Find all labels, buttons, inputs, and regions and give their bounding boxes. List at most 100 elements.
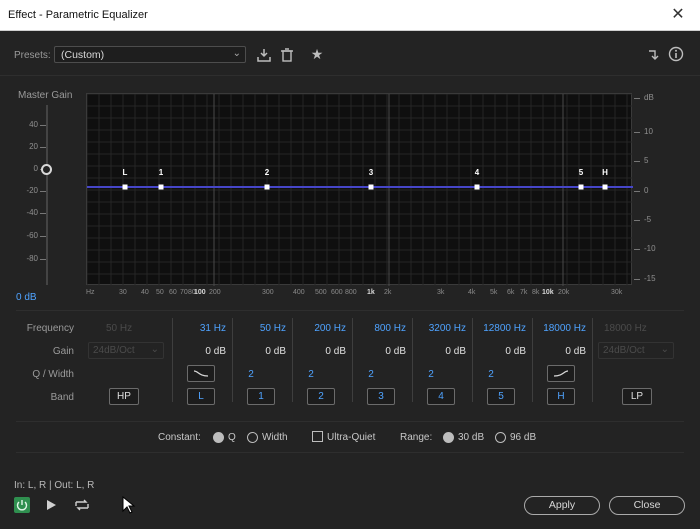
play-icon[interactable] bbox=[45, 499, 57, 511]
high-shelf-toggle-icon[interactable] bbox=[547, 365, 575, 382]
band-handle-2[interactable] bbox=[264, 184, 270, 190]
routing-icon[interactable] bbox=[646, 47, 662, 63]
db-tick: -15 bbox=[644, 274, 656, 283]
master-gain-value: 0 dB bbox=[16, 292, 37, 303]
eq-graph-canvas[interactable]: L 1 2 3 4 5 H bbox=[86, 93, 633, 286]
close-button[interactable]: Close bbox=[609, 496, 685, 515]
band-frequency[interactable]: 18000 Hz bbox=[534, 323, 586, 334]
apply-button[interactable]: Apply bbox=[524, 496, 600, 515]
range-label: Range: bbox=[400, 432, 433, 443]
constant-width-label: Width bbox=[262, 432, 288, 443]
power-toggle-icon[interactable] bbox=[14, 497, 30, 513]
chevron-down-icon: ⌄ bbox=[660, 344, 669, 355]
band-gain[interactable]: 0 dB bbox=[474, 346, 526, 357]
loop-icon[interactable] bbox=[74, 498, 90, 512]
band-frequency[interactable]: 12800 Hz bbox=[474, 323, 526, 334]
db-tick: 0 bbox=[644, 186, 649, 195]
low-shelf-toggle-icon[interactable] bbox=[187, 365, 215, 382]
favorite-star-icon[interactable]: ★ bbox=[309, 46, 325, 62]
lp-slope-value: 24dB/Oct bbox=[603, 345, 645, 356]
hz-tick: 70 bbox=[180, 289, 188, 296]
band-frequency[interactable]: 200 Hz bbox=[294, 323, 346, 334]
master-gain-tick: -20 bbox=[26, 186, 38, 195]
band-button-5[interactable]: 5 bbox=[487, 388, 515, 405]
divider bbox=[16, 310, 684, 311]
band-frequency[interactable]: 50 Hz bbox=[234, 323, 286, 334]
save-preset-icon[interactable] bbox=[256, 47, 272, 63]
band-frequency[interactable]: 800 Hz bbox=[354, 323, 406, 334]
io-channels: In: L, R | Out: L, R bbox=[14, 480, 95, 491]
close-icon[interactable]: ✕ bbox=[666, 4, 690, 26]
band-handle-1[interactable] bbox=[158, 184, 164, 190]
band-button-H[interactable]: H bbox=[547, 388, 575, 405]
master-gain-tick: -40 bbox=[26, 208, 38, 217]
tick-mark bbox=[40, 259, 46, 260]
band-gain[interactable]: 0 dB bbox=[534, 346, 586, 357]
band-button-hp[interactable]: HP bbox=[109, 388, 139, 405]
delete-preset-icon[interactable] bbox=[279, 47, 295, 63]
hz-tick: 3k bbox=[437, 289, 445, 296]
band-q[interactable]: 2 bbox=[414, 369, 448, 380]
band-gain[interactable]: 0 dB bbox=[294, 346, 346, 357]
hz-tick: 6k bbox=[507, 289, 515, 296]
band-q[interactable]: 2 bbox=[234, 369, 268, 380]
band-q[interactable]: 2 bbox=[354, 369, 388, 380]
band-handle-5[interactable] bbox=[578, 184, 584, 190]
tick-mark bbox=[634, 249, 640, 250]
band-separator bbox=[532, 318, 533, 402]
band-handle-label: L bbox=[123, 168, 128, 177]
band-button-lp[interactable]: LP bbox=[622, 388, 652, 405]
band-handle-H[interactable] bbox=[602, 184, 608, 190]
ultra-quiet-checkbox[interactable] bbox=[312, 431, 323, 442]
band-gain[interactable]: 0 dB bbox=[414, 346, 466, 357]
hp-frequency[interactable]: 50 Hz bbox=[106, 323, 132, 334]
band-handle-4[interactable] bbox=[474, 184, 480, 190]
constant-width-radio[interactable] bbox=[247, 432, 258, 443]
band-separator bbox=[592, 318, 593, 402]
band-gain[interactable]: 0 dB bbox=[174, 346, 226, 357]
master-gain-knob[interactable] bbox=[41, 164, 52, 175]
band-button-3[interactable]: 3 bbox=[367, 388, 395, 405]
tick-mark bbox=[40, 191, 46, 192]
master-gain-tick: 0 bbox=[33, 164, 38, 173]
band-handle-3[interactable] bbox=[368, 184, 374, 190]
band-gain[interactable]: 0 dB bbox=[234, 346, 286, 357]
constant-q-label: Q bbox=[228, 432, 236, 443]
range-96-label: 96 dB bbox=[510, 432, 537, 443]
band-frequency[interactable]: 31 Hz bbox=[174, 323, 226, 334]
hz-tick: 40 bbox=[141, 289, 149, 296]
hz-tick: 10k bbox=[542, 289, 554, 296]
band-handle-label: 3 bbox=[369, 168, 374, 177]
hp-slope-value: 24dB/Oct bbox=[93, 345, 135, 356]
range-30-radio[interactable] bbox=[443, 432, 454, 443]
band-q[interactable]: 2 bbox=[474, 369, 508, 380]
tick-mark bbox=[634, 98, 640, 99]
band-button-2[interactable]: 2 bbox=[307, 388, 335, 405]
band-gain[interactable]: 0 dB bbox=[354, 346, 406, 357]
band-button-L[interactable]: L bbox=[187, 388, 215, 405]
presets-dropdown[interactable]: (Custom) ⌄ bbox=[54, 46, 246, 63]
title-bar: Effect - Parametric Equalizer ✕ bbox=[0, 0, 700, 31]
lp-slope-dropdown[interactable]: 24dB/Oct ⌄ bbox=[598, 342, 674, 359]
tick-mark bbox=[40, 236, 46, 237]
db-tick: dB bbox=[644, 93, 654, 102]
band-handle-L[interactable] bbox=[122, 184, 128, 190]
hz-tick: 30k bbox=[611, 289, 623, 296]
band-q[interactable]: 2 bbox=[294, 369, 328, 380]
range-96-radio[interactable] bbox=[495, 432, 506, 443]
constant-q-radio[interactable] bbox=[213, 432, 224, 443]
db-axis: dB 10 5 0 -5 -10 -15 bbox=[632, 93, 672, 293]
band-button-4[interactable]: 4 bbox=[427, 388, 455, 405]
master-gain-tick: -60 bbox=[26, 231, 38, 240]
hz-axis: Hz 30 40 50 60 70 80 100 200 300 400 500 600 800 1k 2k 3… bbox=[86, 286, 632, 300]
hp-slope-dropdown[interactable]: 24dB/Oct ⌄ bbox=[88, 342, 164, 359]
info-icon[interactable] bbox=[668, 46, 684, 62]
eq-graph[interactable]: L 1 2 3 4 5 H bbox=[86, 93, 633, 286]
band-button-1[interactable]: 1 bbox=[247, 388, 275, 405]
band-frequency[interactable]: 3200 Hz bbox=[414, 323, 466, 334]
divider bbox=[16, 452, 684, 453]
hz-tick: 8k bbox=[532, 289, 540, 296]
lp-frequency[interactable]: 18000 Hz bbox=[604, 323, 647, 334]
master-gain-tick: 20 bbox=[29, 142, 38, 151]
band-handle-label: 2 bbox=[265, 168, 270, 177]
